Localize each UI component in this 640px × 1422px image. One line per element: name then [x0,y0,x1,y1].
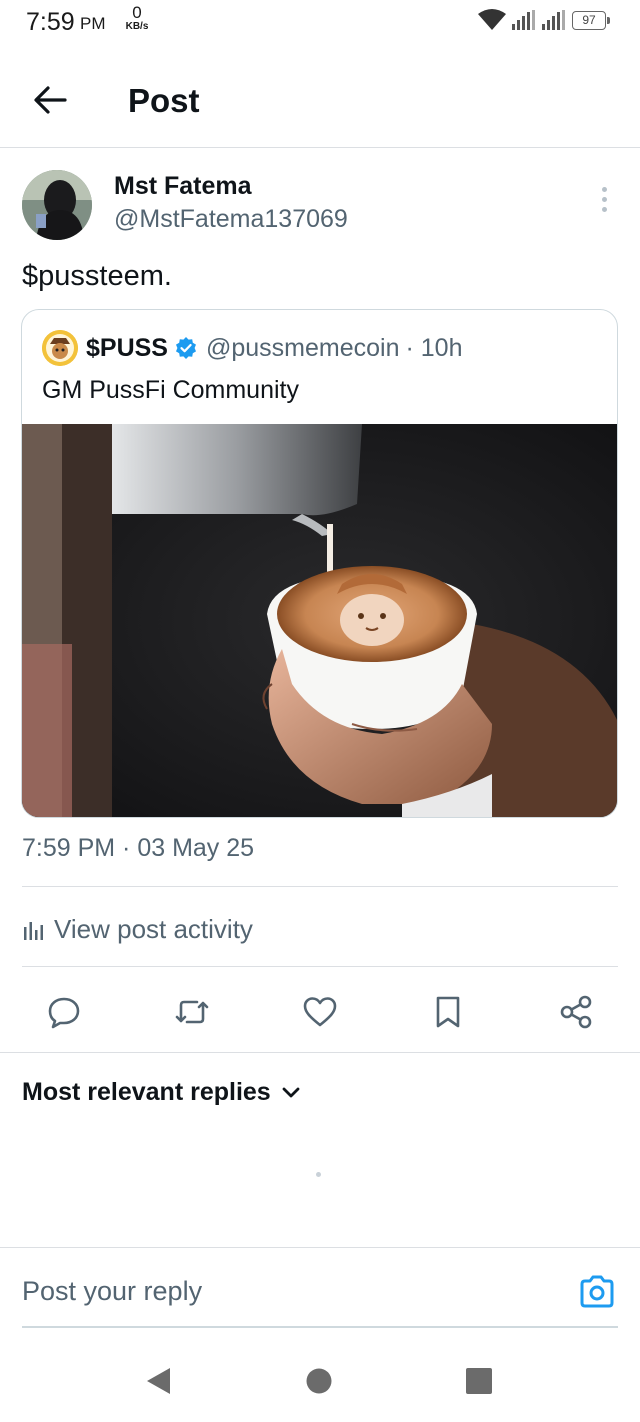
camera-icon [580,1275,614,1308]
quoted-post-text: GM PussFi Community [42,376,299,404]
quoted-author-avatar[interactable] [42,330,78,366]
reply-composer: Post your reply [0,1247,640,1329]
share-icon [560,995,592,1029]
signal-icon [542,10,565,30]
bookmark-icon [436,996,460,1028]
post-timestamp: 7:59 PM · 03 May 25 [22,834,255,862]
nav-recents-button[interactable] [462,1364,496,1398]
repost-button[interactable] [168,988,216,1036]
network-speed-unit: KB/s [125,21,149,32]
signal-icon [512,10,535,30]
status-bar: 7:59 PM 0 KB/s 97 [0,0,640,44]
quoted-post-image[interactable] [22,424,617,817]
reply-button[interactable] [40,988,88,1036]
more-dot [601,186,607,192]
reply-input[interactable]: Post your reply [22,1276,202,1307]
reply-icon [48,997,80,1029]
post-text: $pussteem. [22,260,172,292]
wifi-icon [478,9,506,30]
battery-icon: 97 [572,10,610,30]
divider [22,966,618,967]
view-post-activity-label: View post activity [54,913,253,944]
quoted-post-card[interactable]: $PUSS @pussmemecoin · 10h GM PussFi Comm… [21,309,618,818]
heart-icon [303,997,337,1027]
chevron-down-icon [282,1087,300,1097]
author-name[interactable]: Mst Fatema [114,172,252,201]
like-button[interactable] [296,988,344,1036]
repost-icon [175,1000,209,1024]
square-recents-icon [466,1368,492,1394]
status-time: 7:59 [26,8,75,36]
reply-sort-label: Most relevant replies [22,1078,271,1106]
network-speed: 0 KB/s [122,4,152,32]
view-post-activity-link[interactable]: View post activity [22,912,253,946]
more-options-button[interactable] [590,182,618,216]
bookmark-button[interactable] [424,988,472,1036]
nav-back-button[interactable] [141,1364,175,1398]
arrow-left-icon [34,86,67,114]
more-dot [601,206,607,212]
top-app-bar: Post [0,54,640,148]
loading-indicator [316,1172,321,1177]
quoted-post-header: $PUSS @pussmemecoin · 10h [42,330,462,366]
post-actions [0,988,640,1036]
nav-home-button[interactable] [302,1364,336,1398]
divider [22,886,618,887]
status-ampm: PM [80,14,106,33]
more-dot [601,196,607,202]
share-button[interactable] [552,988,600,1036]
quoted-author-name: $PUSS [86,333,168,362]
back-button[interactable] [30,80,70,120]
reply-input-underline [22,1326,618,1328]
reply-sort-dropdown[interactable]: Most relevant replies [22,1078,301,1107]
bar-chart-icon [24,922,43,940]
author-handle[interactable]: @MstFatema137069 [114,205,348,234]
puss-logo-icon [42,330,78,366]
avatar-image [22,170,92,240]
author-avatar[interactable] [22,170,92,240]
circle-home-icon [306,1368,332,1394]
camera-button[interactable] [578,1274,616,1310]
quoted-author-handle: @pussmemecoin [205,333,400,362]
network-speed-value: 0 [132,3,142,22]
quoted-post-time: · 10h [405,333,463,362]
divider [0,1052,640,1053]
page-title: Post [128,82,200,119]
status-icons: 97 [478,9,610,31]
latte-art-photo [22,424,617,817]
triangle-back-icon [147,1368,170,1394]
verified-badge-icon [175,337,196,359]
system-navigation-bar [0,1340,640,1422]
